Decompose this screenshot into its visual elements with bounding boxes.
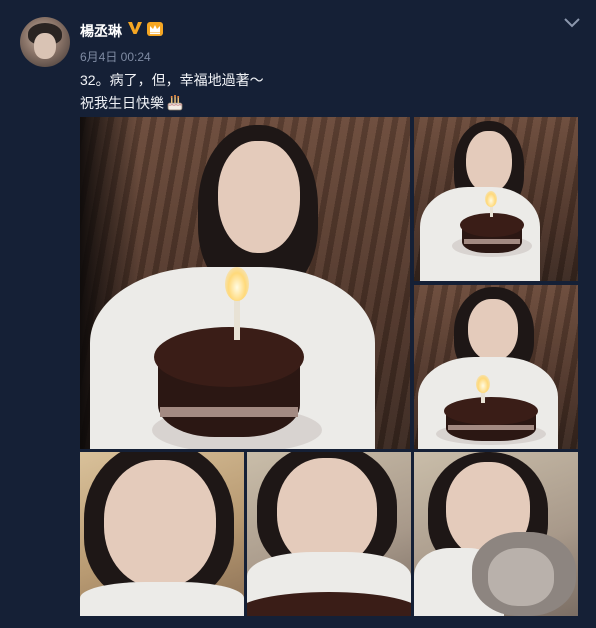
post-text-line-2: 祝我生日快樂 [80,95,164,111]
username[interactable]: 楊丞琳 [80,21,122,41]
post-text-line-1: 32。病了，但，幸福地過著～ [80,72,264,88]
photo-3[interactable] [414,285,578,449]
post-text-line-2-wrap: 祝我生日快樂 [80,92,264,115]
photo-2[interactable] [414,117,578,281]
photo-1[interactable] [80,117,410,449]
verified-v-icon[interactable] [127,20,143,36]
user-avatar[interactable] [20,17,70,67]
post-timestamp[interactable]: 6月4日 00:24 [80,48,151,65]
photo-6[interactable] [414,452,578,616]
photo-5[interactable] [247,452,411,616]
post-text: 32。病了，但，幸福地過著～ 祝我生日快樂 [80,69,264,115]
member-crown-icon[interactable] [146,21,164,37]
photo-4[interactable] [80,452,244,616]
chevron-down-icon[interactable] [563,15,581,29]
birthday-cake-emoji [167,95,183,111]
